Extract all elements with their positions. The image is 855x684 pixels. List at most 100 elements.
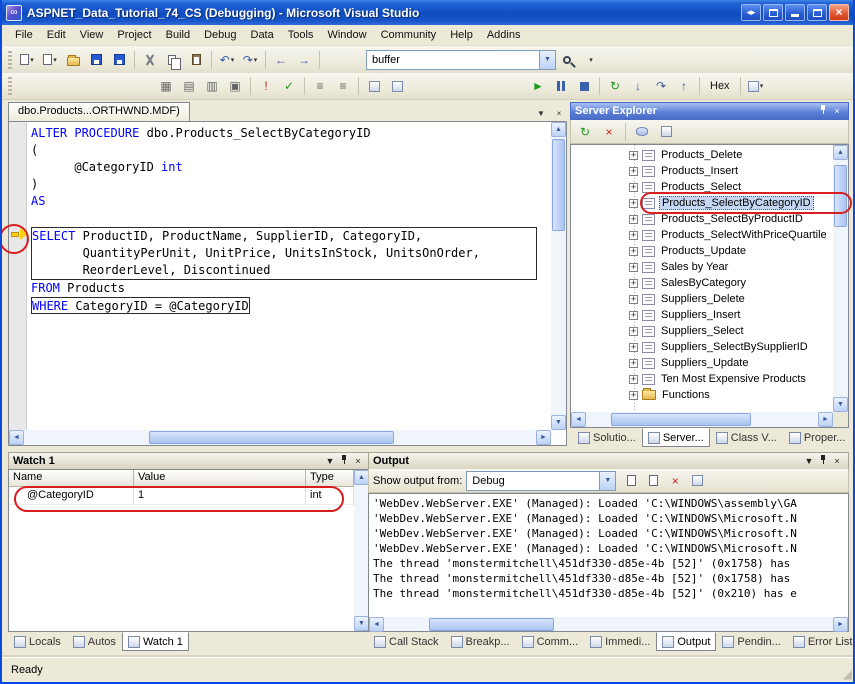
auto-hide-button[interactable] [337, 454, 351, 468]
tree-item-products-selectbycategoryid[interactable]: +Products_SelectByCategoryID [571, 195, 833, 211]
connect-to-database-button[interactable] [631, 121, 653, 143]
output-tab-output[interactable]: Output [656, 632, 716, 651]
show-results-pane-button[interactable]: ▣ [224, 75, 246, 97]
expand-icon[interactable]: + [629, 391, 638, 400]
output-tab-breakp[interactable]: Breakp... [445, 632, 516, 651]
watch-tab-watch-1[interactable]: Watch 1 [122, 632, 189, 651]
scrollbar-thumb[interactable] [149, 431, 394, 444]
expand-icon[interactable]: + [629, 167, 638, 176]
add-group-by-button[interactable] [363, 75, 385, 97]
undo-button[interactable]: ↶▾ [216, 49, 238, 71]
expand-icon[interactable]: + [629, 215, 638, 224]
stop-debugging-button[interactable] [573, 75, 595, 97]
tree-item-suppliers-select[interactable]: +Suppliers_Select [571, 323, 833, 339]
expand-icon[interactable]: + [629, 263, 638, 272]
find-combo[interactable]: buffer ▼ [366, 50, 556, 70]
copy-button[interactable] [162, 49, 184, 71]
scrollbar-thumb[interactable] [552, 139, 565, 231]
output-body[interactable]: 'WebDev.WebServer.EXE' (Managed): Loaded… [368, 493, 849, 617]
editor-horizontal-scrollbar[interactable]: ◄ ► [9, 430, 551, 445]
menu-item-debug[interactable]: Debug [197, 27, 243, 43]
scrollbar-thumb[interactable] [834, 165, 847, 227]
watch-column-value[interactable]: Value [134, 470, 306, 487]
menu-item-community[interactable]: Community [374, 27, 444, 43]
output-tab-error-list[interactable]: Error List [787, 632, 855, 651]
paste-button[interactable] [185, 49, 207, 71]
menu-item-window[interactable]: Window [320, 27, 373, 43]
scroll-left-button[interactable]: ◄ [369, 617, 384, 632]
expand-icon[interactable]: + [629, 359, 638, 368]
output-source-combo[interactable]: Debug ▼ [466, 471, 616, 491]
toolbar-grip[interactable] [8, 51, 12, 69]
panel-tab-solutio[interactable]: Solutio... [572, 428, 642, 447]
output-horizontal-scrollbar[interactable]: ◄ ► [368, 617, 849, 632]
menu-item-project[interactable]: Project [110, 27, 158, 43]
panel-tab-class-v[interactable]: Class V... [710, 428, 783, 447]
show-criteria-pane-button[interactable]: ▤ [178, 75, 200, 97]
tree-item-products-insert[interactable]: +Products_Insert [571, 163, 833, 179]
expand-icon[interactable]: + [629, 295, 638, 304]
tree-item-salesbycategory[interactable]: +SalesByCategory [571, 275, 833, 291]
scroll-down-button[interactable]: ▼ [551, 415, 566, 430]
scroll-up-button[interactable]: ▲ [551, 122, 566, 137]
save-all-button[interactable] [108, 49, 130, 71]
watch-header[interactable]: Watch 1 ▼ × [8, 452, 370, 470]
watch-row[interactable]: @CategoryID1int [9, 487, 354, 505]
tree-item-products-selectbyproductid[interactable]: +Products_SelectByProductID [571, 211, 833, 227]
tree-item-suppliers-insert[interactable]: +Suppliers_Insert [571, 307, 833, 323]
expand-icon[interactable]: + [629, 343, 638, 352]
menu-item-build[interactable]: Build [159, 27, 197, 43]
menu-item-file[interactable]: File [8, 27, 40, 43]
restart-button[interactable]: ↻ [604, 75, 626, 97]
toolbar-grip[interactable] [8, 77, 12, 95]
tree-item-suppliers-delete[interactable]: +Suppliers_Delete [571, 291, 833, 307]
scrollbar-thumb[interactable] [429, 618, 554, 631]
pause-button[interactable] [550, 75, 572, 97]
tree-item-sales-by-year[interactable]: +Sales by Year [571, 259, 833, 275]
goto-message-button[interactable] [620, 470, 642, 492]
toggle-word-wrap-button[interactable] [686, 470, 708, 492]
expand-icon[interactable]: + [629, 375, 638, 384]
refresh-button[interactable]: ↻ [574, 121, 596, 143]
menu-item-tools[interactable]: Tools [281, 27, 321, 43]
find-button[interactable] [557, 49, 579, 71]
auto-hide-button[interactable] [816, 454, 830, 468]
window-menu-button[interactable]: ▼ [323, 454, 337, 468]
continue-button[interactable]: ► [527, 75, 549, 97]
goto-next-message-button[interactable] [642, 470, 664, 492]
scroll-right-button[interactable]: ► [818, 412, 833, 427]
execute-query-button[interactable]: ! [255, 75, 277, 97]
expand-icon[interactable]: + [629, 279, 638, 288]
expand-icon[interactable]: + [629, 183, 638, 192]
save-button[interactable] [85, 49, 107, 71]
resize-grip[interactable]: ◢ [843, 667, 852, 681]
output-tab-immedi[interactable]: Immedi... [584, 632, 656, 651]
scroll-left-button[interactable]: ◄ [571, 412, 586, 427]
maximize-button[interactable] [807, 4, 827, 21]
increase-indent-button[interactable]: ≡ [332, 75, 354, 97]
scroll-right-button[interactable]: ► [536, 430, 551, 445]
cut-button[interactable] [139, 49, 161, 71]
tree-item-products-update[interactable]: +Products_Update [571, 243, 833, 259]
navigate-forward-button[interactable]: → [293, 49, 315, 71]
expand-icon[interactable]: + [629, 231, 638, 240]
close-document-button[interactable]: × [551, 106, 567, 121]
panel-tab-server[interactable]: Server... [642, 428, 710, 447]
expand-icon[interactable]: + [629, 311, 638, 320]
tree-horizontal-scrollbar[interactable]: ◄ ► [571, 412, 833, 427]
scrollbar-thumb[interactable] [611, 413, 751, 426]
expand-icon[interactable]: + [629, 151, 638, 160]
scroll-up-button[interactable]: ▲ [833, 145, 848, 160]
document-list-button[interactable]: ▼ [533, 106, 549, 121]
server-explorer-header[interactable]: Server Explorer × [570, 102, 849, 120]
tree-item-functions[interactable]: +Functions [571, 387, 833, 403]
navigate-backward-button[interactable]: ← [270, 49, 292, 71]
connect-to-server-button[interactable] [655, 121, 677, 143]
combo-dropdown-button[interactable]: ▼ [599, 472, 615, 490]
step-out-button[interactable]: ↑ [673, 75, 695, 97]
indicator-margin[interactable] [9, 122, 27, 430]
scroll-left-button[interactable]: ◄ [9, 430, 24, 445]
scroll-right-button[interactable]: ► [833, 617, 848, 632]
output-tab-comm[interactable]: Comm... [516, 632, 585, 651]
output-tab-call-stack[interactable]: Call Stack [368, 632, 445, 651]
